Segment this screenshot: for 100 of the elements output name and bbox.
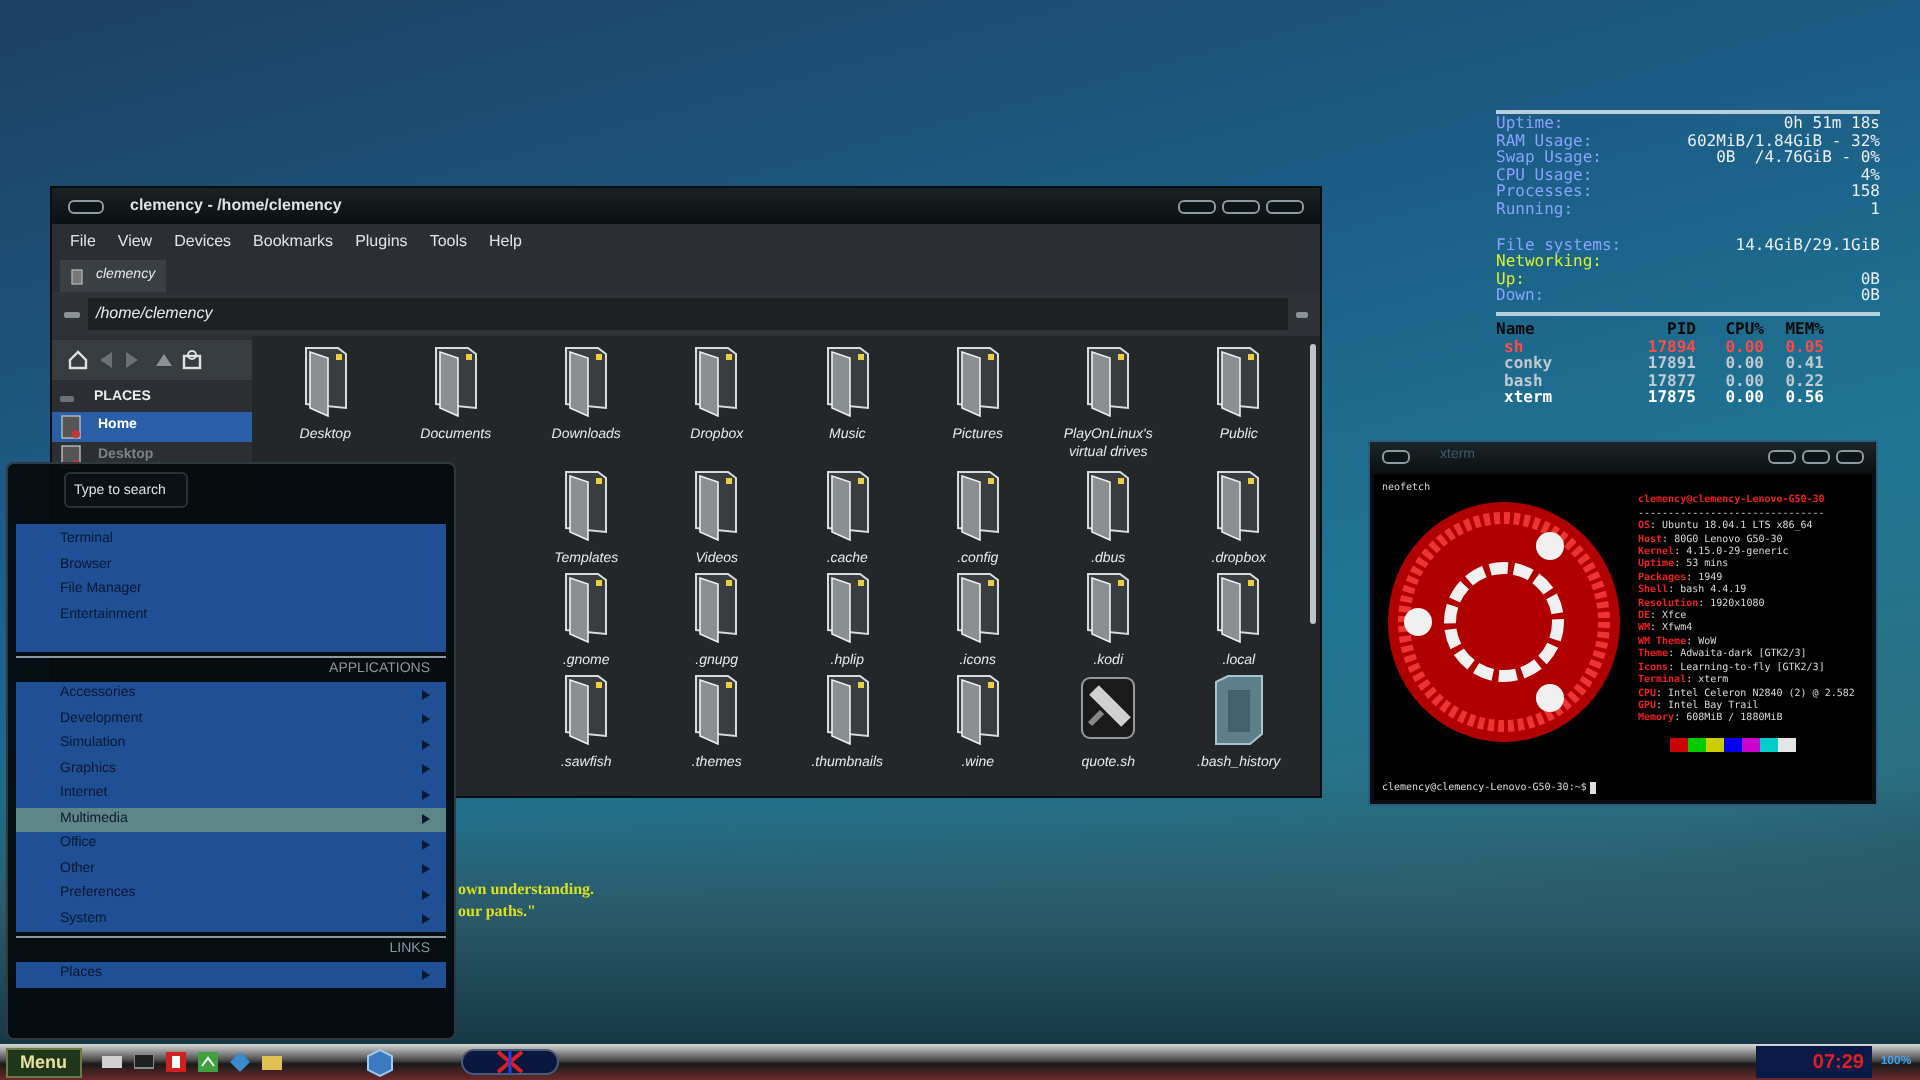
process-cell-text: sh — [1502, 339, 1524, 356]
folder-icon — [695, 471, 738, 542]
stat-value: 602MiB/1.84GiB - 32% — [1687, 133, 1880, 150]
folder-icon — [1087, 471, 1130, 542]
process-cell-text: 0.56 — [1783, 390, 1824, 408]
folder-icon[interactable] — [261, 1052, 281, 1072]
process-cell-text: 0.00 — [1723, 356, 1764, 374]
folder-icon — [956, 675, 999, 746]
submenu-arrow-icon — [422, 814, 430, 825]
process-cell-text: 0.00 — [1723, 373, 1764, 390]
folder-icon — [565, 471, 608, 542]
process-cell-text: 0.00 — [1723, 390, 1764, 408]
wrench-file-icon — [1081, 677, 1136, 739]
stat-value: 0B — [1860, 271, 1880, 288]
submenu-arrow-icon — [422, 739, 430, 750]
folder-icon — [695, 675, 738, 746]
process-cell-text: conky — [1502, 356, 1555, 373]
process-cell-text: 17891 — [1645, 356, 1696, 374]
window-button[interactable] — [1222, 199, 1260, 213]
window-button[interactable] — [1768, 449, 1796, 463]
folder-icon — [695, 347, 738, 418]
submenu-arrow-icon — [422, 689, 430, 700]
folder-icon — [1217, 573, 1260, 644]
stat-value: 4% — [1860, 167, 1880, 184]
menu-item[interactable]: File — [70, 230, 96, 254]
column-header: MEM% — [1783, 321, 1824, 340]
menu-item[interactable]: View — [117, 230, 153, 254]
up-icon[interactable] — [156, 352, 172, 368]
clock: 07:29 — [1756, 1046, 1872, 1078]
submenu-arrow-icon — [422, 969, 430, 980]
tab-folder-icon — [70, 267, 84, 285]
x-logo-icon[interactable] — [459, 1048, 559, 1076]
cube-icon[interactable] — [365, 1047, 393, 1077]
submenu-arrow-icon — [422, 889, 430, 900]
desktop-quote-text: our paths." — [458, 900, 538, 922]
image-icon[interactable] — [197, 1052, 217, 1072]
stat-value: 0B — [1860, 288, 1880, 306]
terminal-icon[interactable] — [133, 1052, 153, 1072]
folder-icon — [956, 471, 999, 542]
column-header: CPU% — [1723, 321, 1764, 340]
submenu-arrow-icon — [422, 864, 430, 875]
stat-value: 14.4GiB/29.1GiB — [1735, 237, 1880, 255]
collapse-handle-icon[interactable] — [1296, 311, 1308, 317]
scrollbar-thumb[interactable] — [1309, 344, 1315, 624]
stat-label: Swap Usage: — [1496, 150, 1602, 168]
window-button[interactable] — [1178, 199, 1216, 213]
stat-value: 0h 51m 18s — [1783, 116, 1880, 133]
folder-icon — [565, 347, 608, 418]
stat-label: Processes: — [1496, 184, 1593, 201]
submenu-arrow-icon — [422, 764, 430, 775]
drive-icon[interactable] — [182, 350, 202, 370]
stat-label: Down: — [1496, 288, 1545, 306]
process-cell-text: 0.00 — [1723, 339, 1764, 356]
stat-label: Uptime: — [1496, 116, 1564, 134]
collapse-handle-icon[interactable] — [64, 311, 80, 317]
folder-icon — [826, 471, 869, 542]
folder-icon — [60, 414, 82, 440]
folder-icon — [826, 573, 869, 644]
process-cell-text: bash — [1502, 373, 1543, 390]
diamond-icon[interactable] — [229, 1052, 249, 1072]
window-button[interactable] — [68, 199, 104, 213]
folder-icon — [434, 347, 477, 418]
desktop-quote-text: own understanding. — [458, 878, 595, 900]
window-button[interactable] — [1802, 449, 1830, 463]
folder-icon — [826, 347, 869, 418]
window-title: clemency - /home/clemency — [130, 194, 342, 218]
folder-icon — [1217, 347, 1260, 418]
home-icon[interactable] — [68, 350, 88, 370]
menu-button[interactable]: Menu — [6, 1047, 81, 1077]
window-button[interactable] — [1266, 199, 1304, 213]
stat-label: Up: — [1496, 271, 1525, 288]
drive-icon[interactable] — [101, 1052, 121, 1072]
stat-value: 158 — [1851, 184, 1880, 202]
stat-value: 0B /4.76GiB - 0% — [1716, 150, 1880, 168]
document-icon — [1215, 675, 1264, 745]
process-cell-text: 17875 — [1645, 390, 1696, 408]
stat-label: CPU Usage: — [1496, 167, 1593, 184]
process-cell-text: 17894 — [1645, 339, 1696, 356]
document-icon[interactable] — [165, 1052, 185, 1072]
stat-label: Running: — [1496, 201, 1574, 220]
submenu-arrow-icon — [422, 914, 430, 925]
menu-item[interactable]: Bookmarks — [253, 230, 334, 254]
process-cell-text: 0.05 — [1783, 339, 1824, 356]
collapse-handle-icon[interactable] — [60, 395, 74, 401]
process-cell-text: 0.22 — [1783, 373, 1824, 390]
menu-item[interactable]: Help — [489, 230, 522, 254]
folder-icon — [1217, 471, 1260, 542]
stat-label: RAM Usage: — [1496, 133, 1593, 150]
window-button[interactable] — [1382, 449, 1410, 463]
window-button[interactable] — [1836, 449, 1864, 463]
menu-item[interactable]: Devices — [174, 230, 232, 254]
menu-item[interactable]: Tools — [429, 230, 467, 254]
menu-item[interactable]: Plugins — [355, 230, 408, 254]
column-header: Name — [1496, 321, 1537, 339]
stat-value: 1 — [1870, 201, 1880, 220]
process-cell-text: 17877 — [1645, 373, 1696, 390]
folder-icon — [826, 675, 869, 746]
folder-icon — [304, 347, 347, 418]
submenu-arrow-icon — [422, 839, 430, 850]
path-field[interactable]: /home/clemency — [88, 298, 1288, 330]
